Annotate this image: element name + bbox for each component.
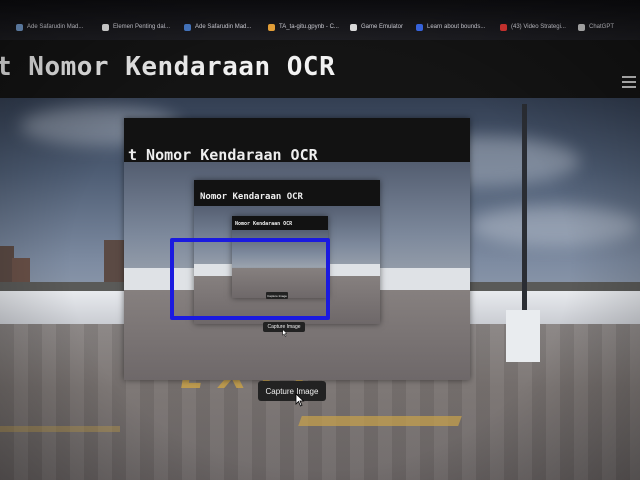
plate-detection-box — [170, 238, 330, 320]
bookmark-label: Elemen Penting dal... — [113, 24, 171, 30]
captured-frame-title: Nomor Kendaraan OCR — [235, 221, 293, 227]
bookmark-item[interactable]: Learn about bounds... — [416, 20, 485, 34]
bookmark-item[interactable]: Game Emulator — [350, 20, 403, 34]
bookmark-label: Learn about bounds... — [427, 24, 486, 30]
bookmark-favicon-icon — [350, 23, 357, 31]
captured-frame-title: t Nomor Kendaraan OCR — [128, 146, 318, 164]
page-title: t Nomor Kendaraan OCR — [0, 52, 336, 82]
bookmark-label: Ade Safarudin Mad... — [27, 24, 84, 30]
cursor-icon — [295, 393, 305, 407]
bookmark-favicon-icon — [184, 23, 191, 31]
bookmark-item[interactable]: Ade Safarudin Mad... — [184, 20, 251, 34]
cursor-icon — [282, 329, 288, 337]
bookmarks-bar: Ade Safarudin Mad... Elemen Penting dal.… — [0, 0, 640, 42]
bookmark-item[interactable]: TA_ta-gitu.gpynb - C... — [268, 20, 339, 34]
floor-marking — [298, 416, 462, 426]
hamburger-icon[interactable] — [622, 76, 636, 91]
bookmark-label: TA_ta-gitu.gpynb - C... — [279, 24, 339, 30]
bookmark-favicon-icon — [268, 23, 275, 31]
bookmark-label: (43) Video Strategi... — [511, 24, 566, 30]
bookmark-item[interactable]: Elemen Penting dal... — [102, 20, 170, 34]
bookmark-favicon-icon — [500, 23, 507, 31]
bookmark-favicon-icon — [578, 23, 585, 31]
bookmark-label: Game Emulator — [361, 24, 404, 30]
bookmark-item[interactable]: ChatGPT — [578, 20, 614, 34]
bookmark-favicon-icon — [16, 23, 23, 31]
floor-marking — [0, 426, 120, 432]
bookmark-favicon-icon — [102, 23, 109, 31]
pole-base — [506, 310, 540, 362]
light-pole — [522, 104, 527, 314]
bookmark-item[interactable]: (43) Video Strategi... — [500, 20, 566, 34]
capture-image-button[interactable]: Capture Image — [258, 381, 326, 401]
bookmark-item[interactable]: Ade Safarudin Mad... — [16, 20, 83, 34]
bookmark-favicon-icon — [416, 23, 423, 31]
bookmark-label: Ade Safarudin Mad... — [195, 24, 252, 30]
bookmark-label: ChatGPT — [589, 24, 615, 30]
captured-frame-title: Nomor Kendaraan OCR — [200, 192, 303, 202]
